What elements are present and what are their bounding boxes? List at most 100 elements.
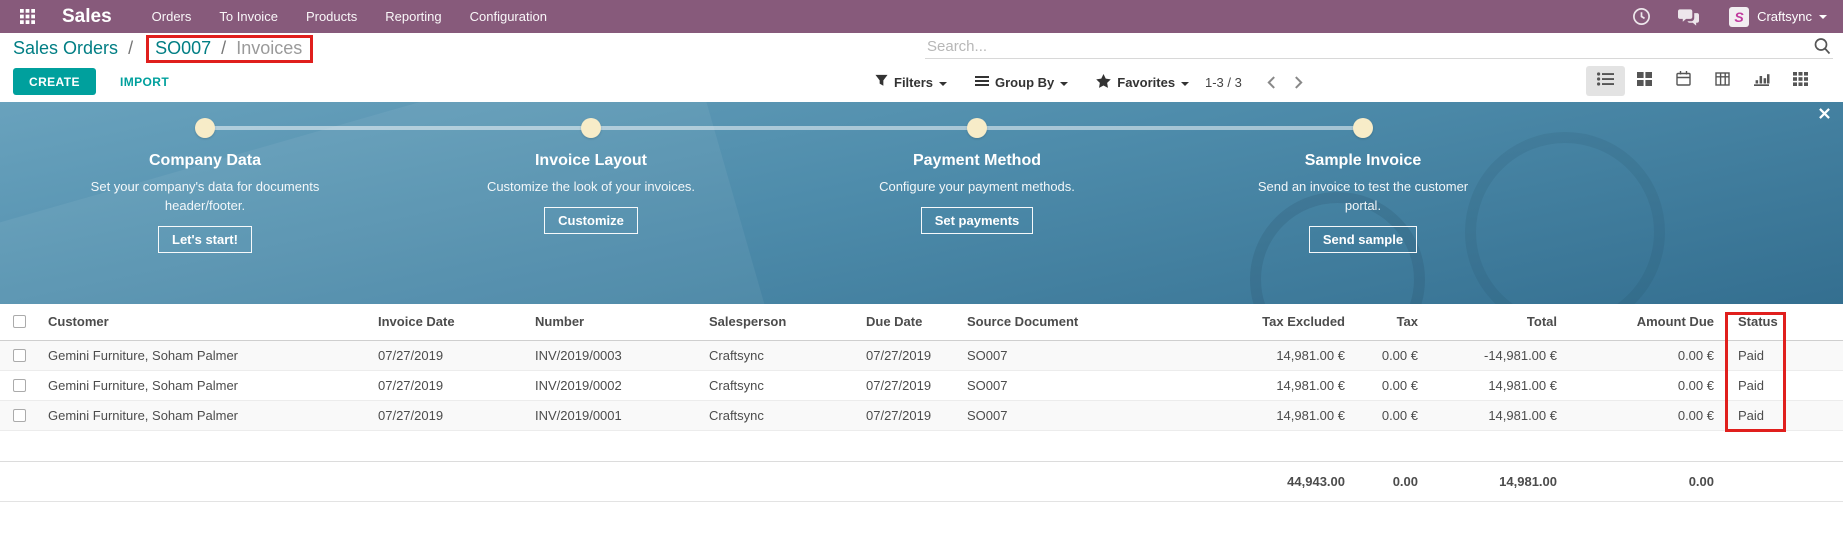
row-checkbox[interactable]: [13, 379, 26, 392]
breadcrumb-sales-orders[interactable]: Sales Orders: [13, 38, 118, 58]
column-header-amount-due[interactable]: Amount Due: [1565, 304, 1722, 340]
row-checkbox[interactable]: [13, 349, 26, 362]
invoice-list-table: CustomerInvoice DateNumberSalespersonDue…: [0, 304, 1843, 502]
invoice-row[interactable]: Gemini Furniture, Soham Palmer07/27/2019…: [0, 340, 1843, 370]
column-header-status[interactable]: Status: [1722, 304, 1843, 340]
graph-view-button[interactable]: [1742, 66, 1781, 96]
navbar-menu-item-configuration[interactable]: Configuration: [456, 0, 561, 33]
step-dot: [195, 118, 215, 138]
cell-due-date[interactable]: 07/27/2019: [858, 370, 959, 400]
app-name[interactable]: Sales: [62, 6, 112, 28]
onboarding-step-invoice-layout: Invoice LayoutCustomize the look of your…: [398, 118, 784, 253]
cell-amount-due[interactable]: 0.00 €: [1565, 400, 1722, 430]
cell-invoice-date[interactable]: 07/27/2019: [370, 370, 527, 400]
set-payments-button[interactable]: Set payments: [921, 207, 1034, 234]
cell-customer[interactable]: Gemini Furniture, Soham Palmer: [40, 370, 370, 400]
pivot-view-button[interactable]: [1703, 66, 1742, 96]
cell-salesperson[interactable]: Craftsync: [701, 400, 858, 430]
navbar-menu-item-orders[interactable]: Orders: [138, 0, 206, 33]
chat-icon[interactable]: [1678, 8, 1699, 26]
navbar-menu-item-products[interactable]: Products: [292, 0, 371, 33]
cell-total[interactable]: 14,981.00 €: [1426, 370, 1565, 400]
pager-value[interactable]: 1-3 / 3: [1205, 75, 1242, 90]
navbar-menu-item-reporting[interactable]: Reporting: [371, 0, 455, 33]
send-sample-button[interactable]: Send sample: [1309, 226, 1417, 253]
select-all-checkbox[interactable]: [13, 315, 26, 328]
group-by-label: Group By: [995, 75, 1054, 90]
favorites-dropdown[interactable]: Favorites: [1096, 74, 1189, 91]
cell-source-document[interactable]: SO007: [959, 400, 1223, 430]
chevron-down-icon: [1060, 82, 1068, 90]
onboarding-step-payment-method: Payment MethodConfigure your payment met…: [784, 118, 1170, 253]
column-header-tax[interactable]: Tax: [1353, 304, 1426, 340]
activity-view-button[interactable]: [1781, 66, 1820, 96]
invoice-row[interactable]: Gemini Furniture, Soham Palmer07/27/2019…: [0, 400, 1843, 430]
column-header-invoice-date[interactable]: Invoice Date: [370, 304, 527, 340]
cell-salesperson[interactable]: Craftsync: [701, 340, 858, 370]
cell-tax-excluded[interactable]: 14,981.00 €: [1223, 370, 1353, 400]
total-tax-excluded: 44,943.00: [1223, 461, 1353, 501]
step-title: Invoice Layout: [398, 152, 784, 170]
cell-source-document[interactable]: SO007: [959, 370, 1223, 400]
user-menu[interactable]: Craftsync: [1757, 9, 1812, 24]
navbar-menu-item-to-invoice[interactable]: To Invoice: [205, 0, 292, 33]
magnifier-icon[interactable]: [1813, 37, 1831, 60]
breadcrumb-so007[interactable]: SO007: [155, 38, 211, 58]
pager-next-button[interactable]: [1285, 74, 1312, 91]
invoice-row[interactable]: Gemini Furniture, Soham Palmer07/27/2019…: [0, 370, 1843, 400]
totals-empty-cell: [959, 461, 1223, 501]
cell-amount-due[interactable]: 0.00 €: [1565, 370, 1722, 400]
total-tax: 0.00: [1353, 461, 1426, 501]
view-switcher: [1586, 66, 1820, 96]
column-header-due-date[interactable]: Due Date: [858, 304, 959, 340]
cell-number[interactable]: INV/2019/0002: [527, 370, 701, 400]
cell-total[interactable]: 14,981.00 €: [1426, 400, 1565, 430]
cell-number[interactable]: INV/2019/0003: [527, 340, 701, 370]
column-header-tax-excluded[interactable]: Tax Excluded: [1223, 304, 1353, 340]
import-button[interactable]: IMPORT: [114, 68, 175, 95]
cell-status[interactable]: Paid: [1722, 340, 1843, 370]
cell-amount-due[interactable]: 0.00 €: [1565, 340, 1722, 370]
filters-dropdown[interactable]: Filters: [875, 74, 947, 90]
cell-tax-excluded[interactable]: 14,981.00 €: [1223, 400, 1353, 430]
cell-source-document[interactable]: SO007: [959, 340, 1223, 370]
totals-empty-cell: [40, 461, 370, 501]
group-by-dropdown[interactable]: Group By: [975, 74, 1068, 90]
column-header-customer[interactable]: Customer: [40, 304, 370, 340]
cell-total[interactable]: -14,981.00 €: [1426, 340, 1565, 370]
clock-icon[interactable]: [1632, 7, 1651, 26]
column-header-total[interactable]: Total: [1426, 304, 1565, 340]
list-view-button[interactable]: [1586, 66, 1625, 96]
calendar-view-button[interactable]: [1664, 66, 1703, 96]
cell-invoice-date[interactable]: 07/27/2019: [370, 400, 527, 430]
pager: 1-3 / 3: [1205, 65, 1312, 99]
navbar-menu: OrdersTo InvoiceProductsReportingConfigu…: [138, 0, 561, 33]
create-button[interactable]: CREATE: [13, 68, 96, 95]
customize-button[interactable]: Customize: [544, 207, 638, 234]
avatar[interactable]: S: [1729, 7, 1749, 27]
cell-invoice-date[interactable]: 07/27/2019: [370, 340, 527, 370]
breadcrumb: Sales Orders / SO007 / Invoices: [13, 35, 313, 63]
cell-customer[interactable]: Gemini Furniture, Soham Palmer: [40, 400, 370, 430]
column-header-salesperson[interactable]: Salesperson: [701, 304, 858, 340]
cell-tax[interactable]: 0.00 €: [1353, 400, 1426, 430]
cell-tax[interactable]: 0.00 €: [1353, 340, 1426, 370]
cell-salesperson[interactable]: Craftsync: [701, 370, 858, 400]
cell-customer[interactable]: Gemini Furniture, Soham Palmer: [40, 340, 370, 370]
pager-previous-button[interactable]: [1258, 74, 1285, 91]
cell-number[interactable]: INV/2019/0001: [527, 400, 701, 430]
cell-status[interactable]: Paid: [1722, 400, 1843, 430]
cell-status[interactable]: Paid: [1722, 370, 1843, 400]
apps-grid-icon[interactable]: [20, 9, 35, 24]
close-icon[interactable]: [1819, 108, 1830, 119]
row-checkbox[interactable]: [13, 409, 26, 422]
search-input[interactable]: [925, 34, 1833, 58]
column-header-number[interactable]: Number: [527, 304, 701, 340]
cell-tax[interactable]: 0.00 €: [1353, 370, 1426, 400]
let-s-start-button[interactable]: Let's start!: [158, 226, 252, 253]
cell-due-date[interactable]: 07/27/2019: [858, 340, 959, 370]
kanban-view-button[interactable]: [1625, 66, 1664, 96]
cell-due-date[interactable]: 07/27/2019: [858, 400, 959, 430]
column-header-source-document[interactable]: Source Document: [959, 304, 1223, 340]
cell-tax-excluded[interactable]: 14,981.00 €: [1223, 340, 1353, 370]
